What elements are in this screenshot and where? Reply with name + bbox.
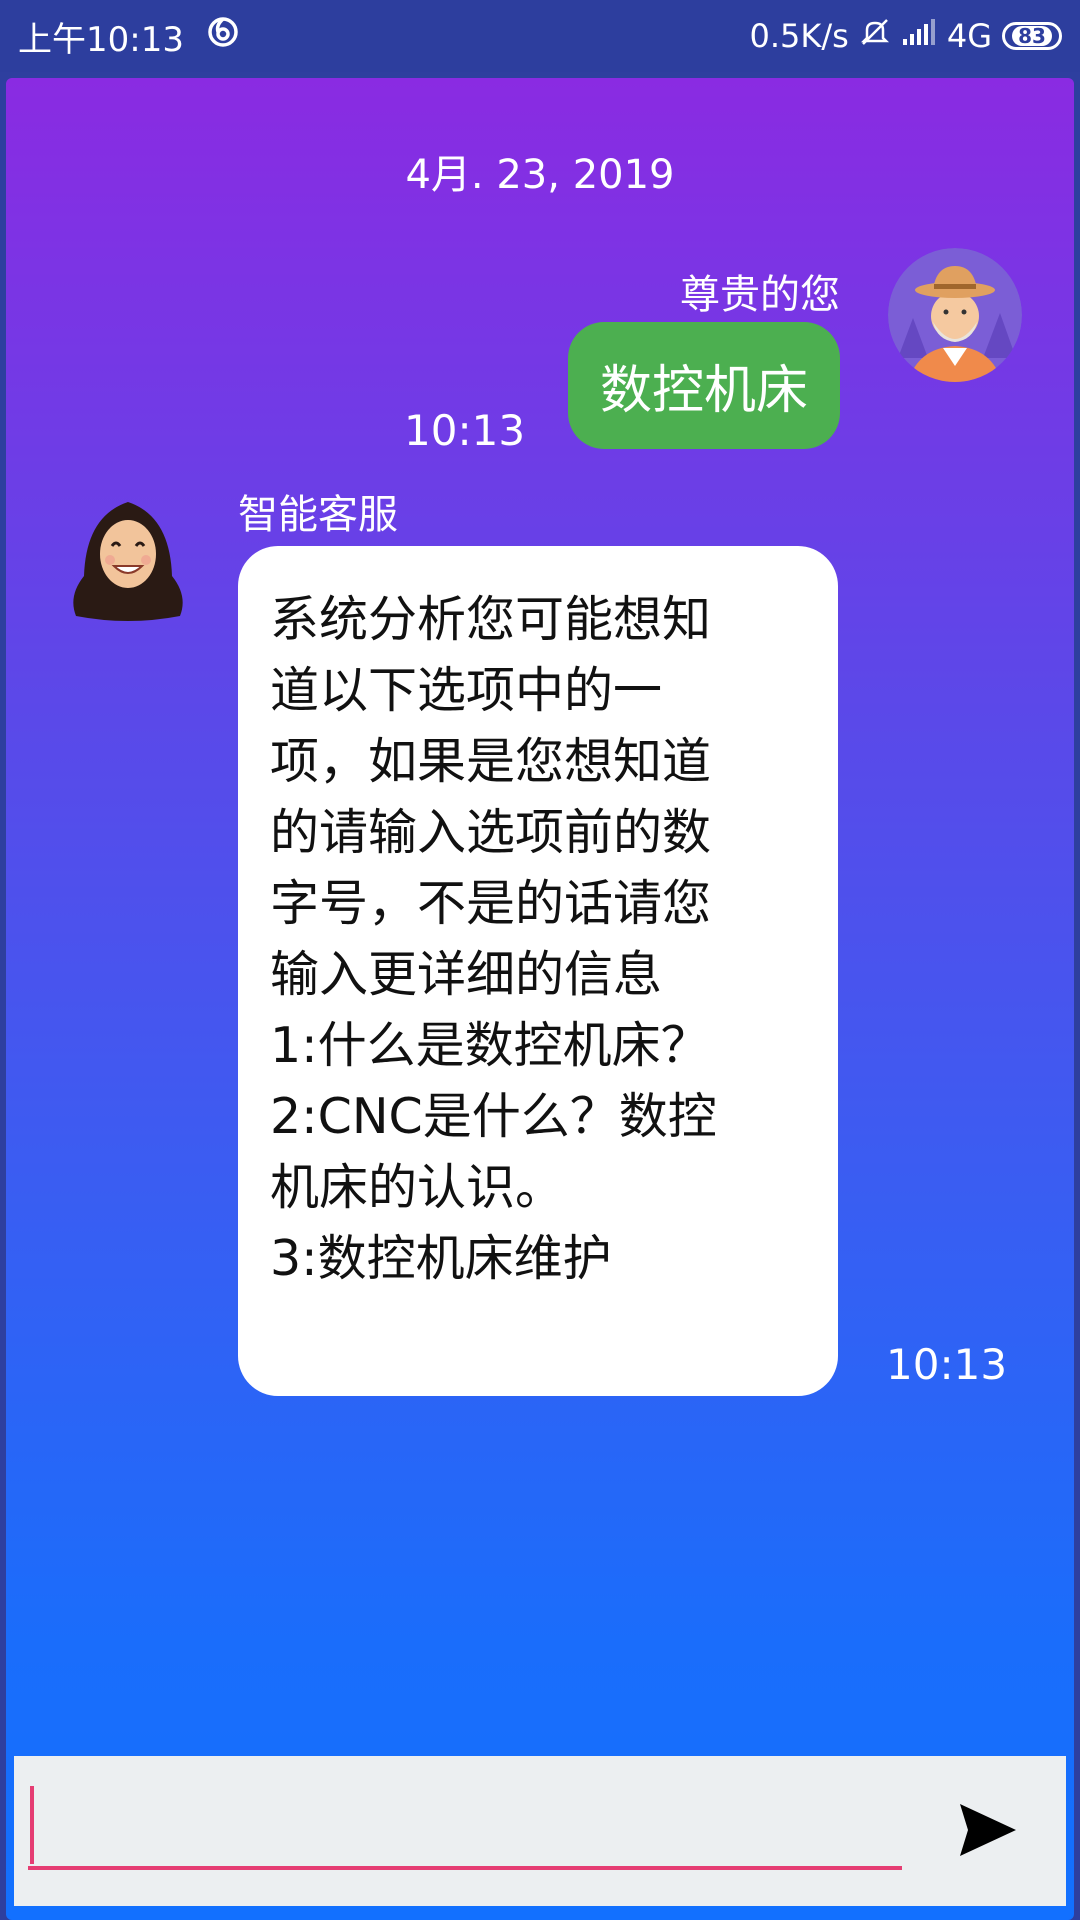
status-time: 上午10:13 — [18, 19, 184, 60]
bot-avatar[interactable] — [64, 476, 192, 626]
message-input[interactable] — [28, 1780, 902, 1870]
option-3: 3:数控机床维护 — [270, 1230, 612, 1287]
input-bar — [14, 1756, 1066, 1906]
message-line: 输入更详细的信息 — [270, 946, 663, 1003]
user-avatar[interactable] — [888, 248, 1022, 382]
message-line: 项，如果是您想知道 — [270, 733, 712, 790]
battery-level: 83 — [1012, 26, 1052, 46]
signal-icon — [901, 17, 937, 55]
app-notification-icon — [206, 15, 240, 58]
status-bar: 上午10:13 0.5K/s 4G 83 — [0, 0, 1080, 72]
option-2-continued: 机床的认识。 — [270, 1159, 565, 1216]
network-speed: 0.5K/s — [749, 17, 849, 55]
chat-area[interactable]: 4月. 23, 2019 尊贵的您 数控机床 10:13 智能客服 系统分析您可… — [6, 78, 1074, 1920]
incoming-sender-name: 智能客服 — [238, 492, 398, 538]
mute-bell-icon — [859, 16, 891, 56]
outgoing-message-bubble[interactable]: 数控机床 — [567, 322, 840, 449]
send-icon — [960, 1804, 1016, 1856]
status-left: 上午10:13 — [18, 14, 240, 60]
option-1: 1:什么是数控机床？ — [270, 1017, 710, 1074]
network-type: 4G — [946, 17, 992, 55]
message-line: 字号，不是的话请您 — [270, 875, 712, 932]
incoming-message-time: 10:13 — [886, 1340, 1008, 1389]
message-line: 系统分析您可能想知 — [270, 591, 712, 648]
option-2: 2:CNC是什么？数控 — [270, 1088, 717, 1145]
message-line: 的请输入选项前的数 — [270, 804, 712, 861]
incoming-message-bubble[interactable]: 系统分析您可能想知 道以下选项中的一 项，如果是您想知道 的请输入选项前的数 字… — [238, 546, 838, 1396]
outgoing-sender-name: 尊贵的您 — [680, 272, 840, 318]
date-header: 4月. 23, 2019 — [405, 152, 675, 198]
battery-icon: 83 — [1002, 22, 1062, 50]
text-cursor — [30, 1786, 34, 1864]
outgoing-message-time: 10:13 — [404, 406, 526, 455]
send-button[interactable] — [956, 1798, 1020, 1862]
message-line: 道以下选项中的一 — [270, 662, 663, 719]
status-right: 0.5K/s 4G 83 — [750, 14, 1062, 58]
